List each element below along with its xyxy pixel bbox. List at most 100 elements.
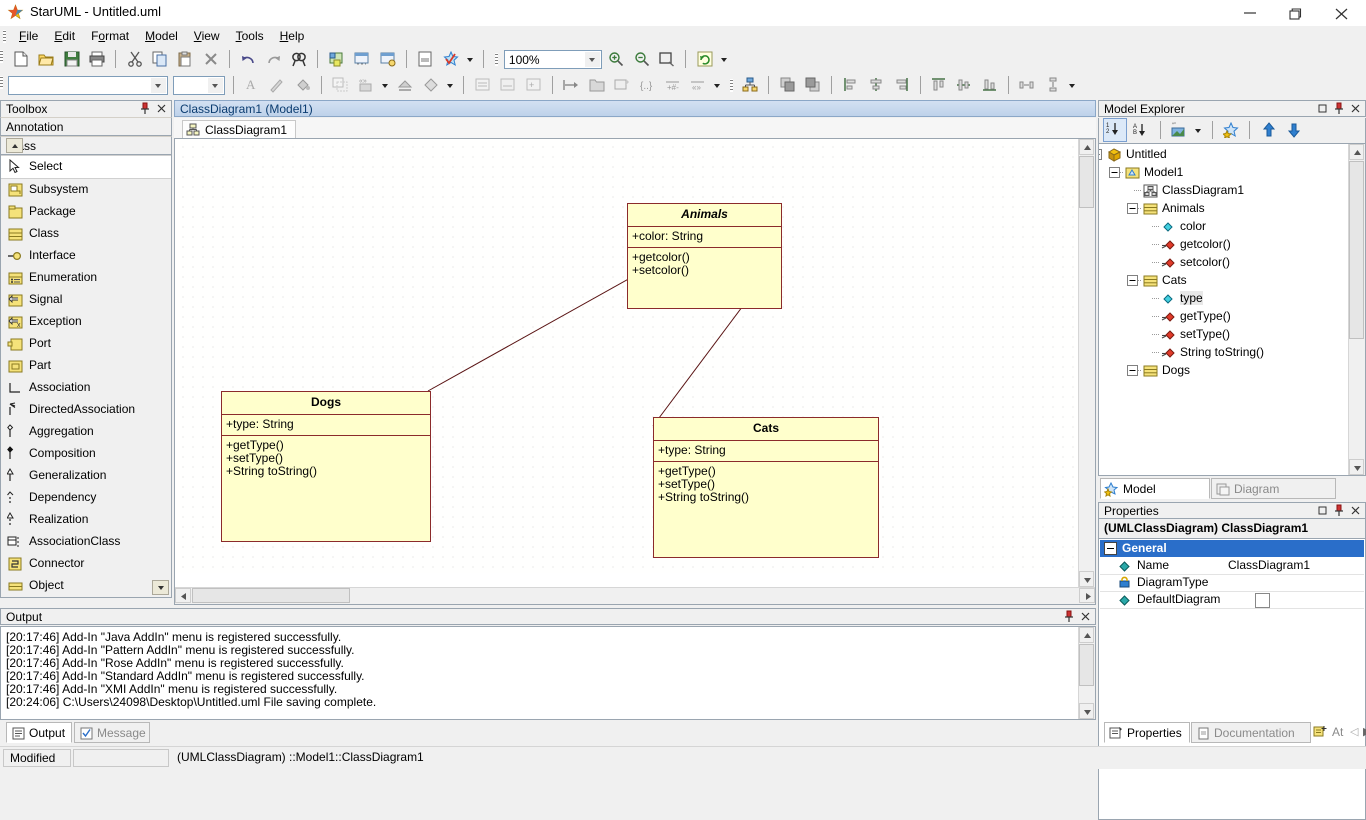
documentation-icon[interactable]: [414, 48, 436, 70]
font-name-combo[interactable]: [8, 76, 168, 95]
align-middle-icon[interactable]: [953, 74, 975, 96]
tab-diagram-explorer[interactable]: Diagram Explorer: [1211, 478, 1336, 499]
send-to-back-icon[interactable]: [777, 74, 799, 96]
output-scroll-up-button[interactable]: [1079, 627, 1094, 643]
line-color-icon[interactable]: [394, 74, 416, 96]
tree-vertical-scrollbar[interactable]: [1348, 144, 1365, 475]
fill-style-icon[interactable]: [420, 74, 442, 96]
toolbox-item-class[interactable]: Class: [1, 223, 171, 245]
suppress-operations-icon[interactable]: [497, 74, 519, 96]
align-bottom-icon[interactable]: [979, 74, 1001, 96]
show-visibility-icon[interactable]: +: [523, 74, 545, 96]
tree-node-gettype[interactable]: getType(): [1101, 308, 1349, 326]
tree-node-color[interactable]: color: [1101, 218, 1349, 236]
menu-grip[interactable]: [3, 30, 6, 43]
toolbox-group-annotation[interactable]: Annotation: [0, 117, 172, 136]
menu-item-model[interactable]: Model: [137, 27, 186, 45]
chevron-down-icon[interactable]: [712, 74, 723, 96]
menu-item-help[interactable]: Help: [272, 27, 313, 45]
canvas-horizontal-scrollbar[interactable]: [175, 587, 1095, 604]
refresh-icon[interactable]: [694, 48, 716, 70]
open-icon[interactable]: [35, 48, 57, 70]
pin-icon[interactable]: [1063, 610, 1076, 623]
chevron-down-icon[interactable]: [1067, 74, 1078, 96]
tree-expander-collapse[interactable]: [1127, 203, 1138, 214]
zoom-out-icon[interactable]: [631, 48, 653, 70]
toolbox-item-directedassociation[interactable]: DirectedAssociation: [1, 399, 171, 421]
show-compartment-icon[interactable]: «»: [687, 74, 709, 96]
font-size-combo-arrow[interactable]: [208, 78, 223, 93]
toolbox-item-subsystem[interactable]: Subsystem: [1, 179, 171, 201]
toolbox-item-interface[interactable]: Interface: [1, 245, 171, 267]
pin-icon[interactable]: [1333, 102, 1346, 115]
auto-resize-icon[interactable]: [560, 74, 582, 96]
output-vscroll-thumb[interactable]: [1079, 644, 1094, 686]
model-explorer-tree[interactable]: UntitledModel1ClassDiagram1Animalscolorg…: [1098, 143, 1366, 476]
tree-expander-collapse[interactable]: [1109, 167, 1120, 178]
toolbox-item-part[interactable]: Part: [1, 355, 171, 377]
collapse-minus-icon[interactable]: [1104, 542, 1117, 555]
apply-profile-icon[interactable]: [611, 74, 633, 96]
scroll-left-button[interactable]: [175, 588, 191, 603]
show-property-icon[interactable]: +#-: [662, 74, 684, 96]
align-center-icon[interactable]: [865, 74, 887, 96]
tree-node-settype[interactable]: setType(): [1101, 326, 1349, 344]
tree-scroll-up-button[interactable]: [1349, 144, 1364, 160]
tab-scroll-prev-button[interactable]: ◁: [1350, 725, 1358, 738]
filter-icon[interactable]: “”: [1168, 119, 1190, 141]
stereotype-display-icon[interactable]: «»: [355, 74, 377, 96]
redo-icon[interactable]: [263, 48, 285, 70]
toolbox-item-associationclass[interactable]: AssociationClass: [1, 531, 171, 553]
toolbox-item-dependency[interactable]: Dependency: [1, 487, 171, 509]
toolbox-item-signal[interactable]: Signal: [1, 289, 171, 311]
copy-icon[interactable]: [149, 48, 171, 70]
tree-node-dogs[interactable]: Dogs: [1101, 362, 1349, 380]
chevron-down-icon[interactable]: [719, 48, 730, 70]
output-scroll-down-button[interactable]: [1079, 703, 1094, 719]
show-namespace-icon[interactable]: {..}: [636, 74, 658, 96]
property-row-defaultdiagram[interactable]: DefaultDiagram: [1100, 591, 1364, 609]
toolbox-item-port[interactable]: Port: [1, 333, 171, 355]
tree-node-getcolor[interactable]: getcolor(): [1101, 236, 1349, 254]
canvas-vscroll-thumb[interactable]: [1079, 156, 1094, 208]
property-checkbox[interactable]: [1255, 593, 1270, 608]
close-icon[interactable]: [1079, 610, 1092, 623]
new-icon[interactable]: [10, 48, 32, 70]
sort-alpha-icon[interactable]: A B: [1130, 119, 1152, 141]
toolbox-item-composition[interactable]: Composition: [1, 443, 171, 465]
add-subsystem-icon[interactable]: [377, 48, 399, 70]
line-style-icon[interactable]: [266, 74, 288, 96]
toolbar-grip-3[interactable]: [0, 76, 3, 89]
property-row-diagramtype[interactable]: DiagramType: [1100, 574, 1364, 592]
toolbox-item-exception[interactable]: xException: [1, 311, 171, 333]
undo-icon[interactable]: [237, 48, 259, 70]
folder-icon[interactable]: [586, 74, 608, 96]
tab-classdiagram1[interactable]: ClassDiagram1: [182, 120, 296, 138]
pin-icon[interactable]: [1333, 504, 1346, 517]
maximize-button[interactable]: [1274, 0, 1320, 26]
properties-category-general[interactable]: General: [1100, 540, 1364, 557]
close-button[interactable]: [1320, 0, 1366, 26]
add-model-icon[interactable]: [351, 48, 373, 70]
close-icon[interactable]: [1349, 102, 1362, 115]
zoom-combo[interactable]: 100%: [504, 50, 602, 69]
tree-vscroll-thumb[interactable]: [1349, 161, 1364, 339]
tree-node-cats[interactable]: Cats: [1101, 272, 1349, 290]
diagram-canvas-container[interactable]: Animals+color: String+getcolor()+setcolo…: [174, 138, 1096, 605]
menu-item-format[interactable]: Format: [83, 27, 137, 45]
toolbar-grip-2[interactable]: [495, 53, 498, 66]
close-icon[interactable]: [1349, 504, 1362, 517]
tree-node-type[interactable]: type: [1101, 290, 1349, 308]
print-icon[interactable]: [86, 48, 108, 70]
uml-class-animals[interactable]: Animals+color: String+getcolor()+setcolo…: [627, 203, 782, 309]
uml-class-cats[interactable]: Cats+type: String+getType()+setType()+St…: [653, 417, 879, 558]
tab-model-explorer[interactable]: Model Explorer: [1100, 478, 1210, 499]
output-log[interactable]: [20:17:46] Add-In "Java AddIn" menu is r…: [0, 626, 1096, 720]
pin-icon[interactable]: [139, 102, 152, 115]
space-vertically-icon[interactable]: [1042, 74, 1064, 96]
tree-expander-collapse[interactable]: [1127, 365, 1138, 376]
bring-to-front-icon[interactable]: [802, 74, 824, 96]
add-diagram-icon[interactable]: [326, 48, 348, 70]
toolbox-item-association[interactable]: Association: [1, 377, 171, 399]
cut-icon[interactable]: [124, 48, 146, 70]
